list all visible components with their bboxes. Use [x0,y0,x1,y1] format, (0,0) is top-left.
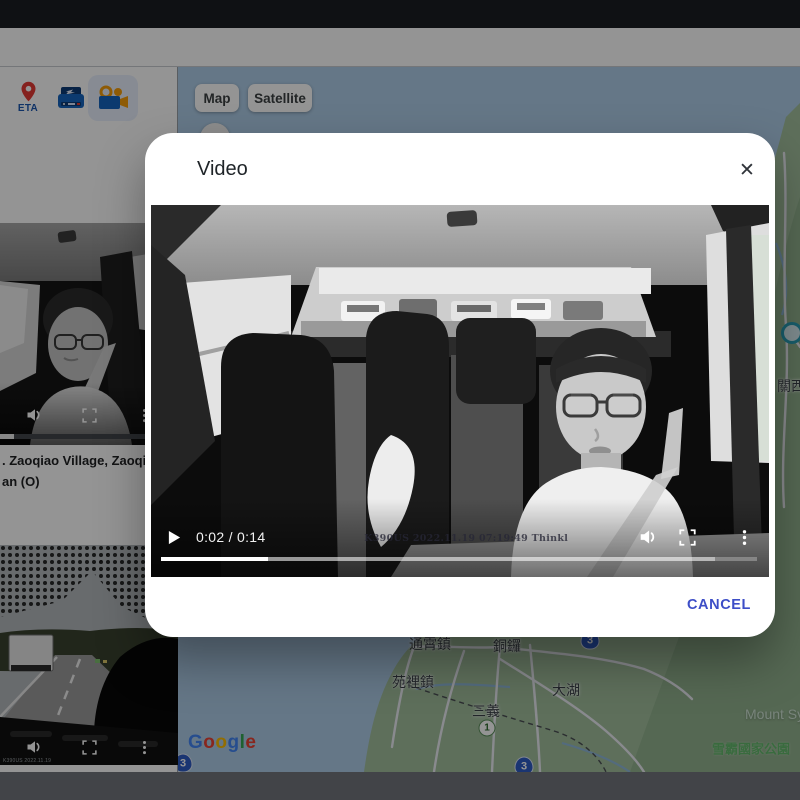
cancel-button[interactable]: CANCEL [687,597,751,613]
dialog-title: Video [197,158,248,181]
app-root: ETA [0,0,800,800]
more-options-button[interactable] [736,529,753,546]
video-timestamp-overlay: K390US 2022.11.19 07:19:49 Thinkl [364,533,568,544]
close-icon[interactable]: ✕ [733,156,761,184]
seek-progress [161,557,268,561]
time-display: 0:02 / 0:14 [196,529,265,545]
volume-button[interactable] [639,528,657,546]
dialog-footer: CANCEL [145,577,775,637]
fullscreen-button[interactable] [679,529,696,546]
video-dialog: Video ✕ [145,133,775,637]
video-player[interactable]: 0:02 / 0:14 K390US 2022.11.19 07:19:49 T… [151,205,769,577]
play-button[interactable] [167,529,182,546]
seek-bar[interactable] [161,557,757,561]
